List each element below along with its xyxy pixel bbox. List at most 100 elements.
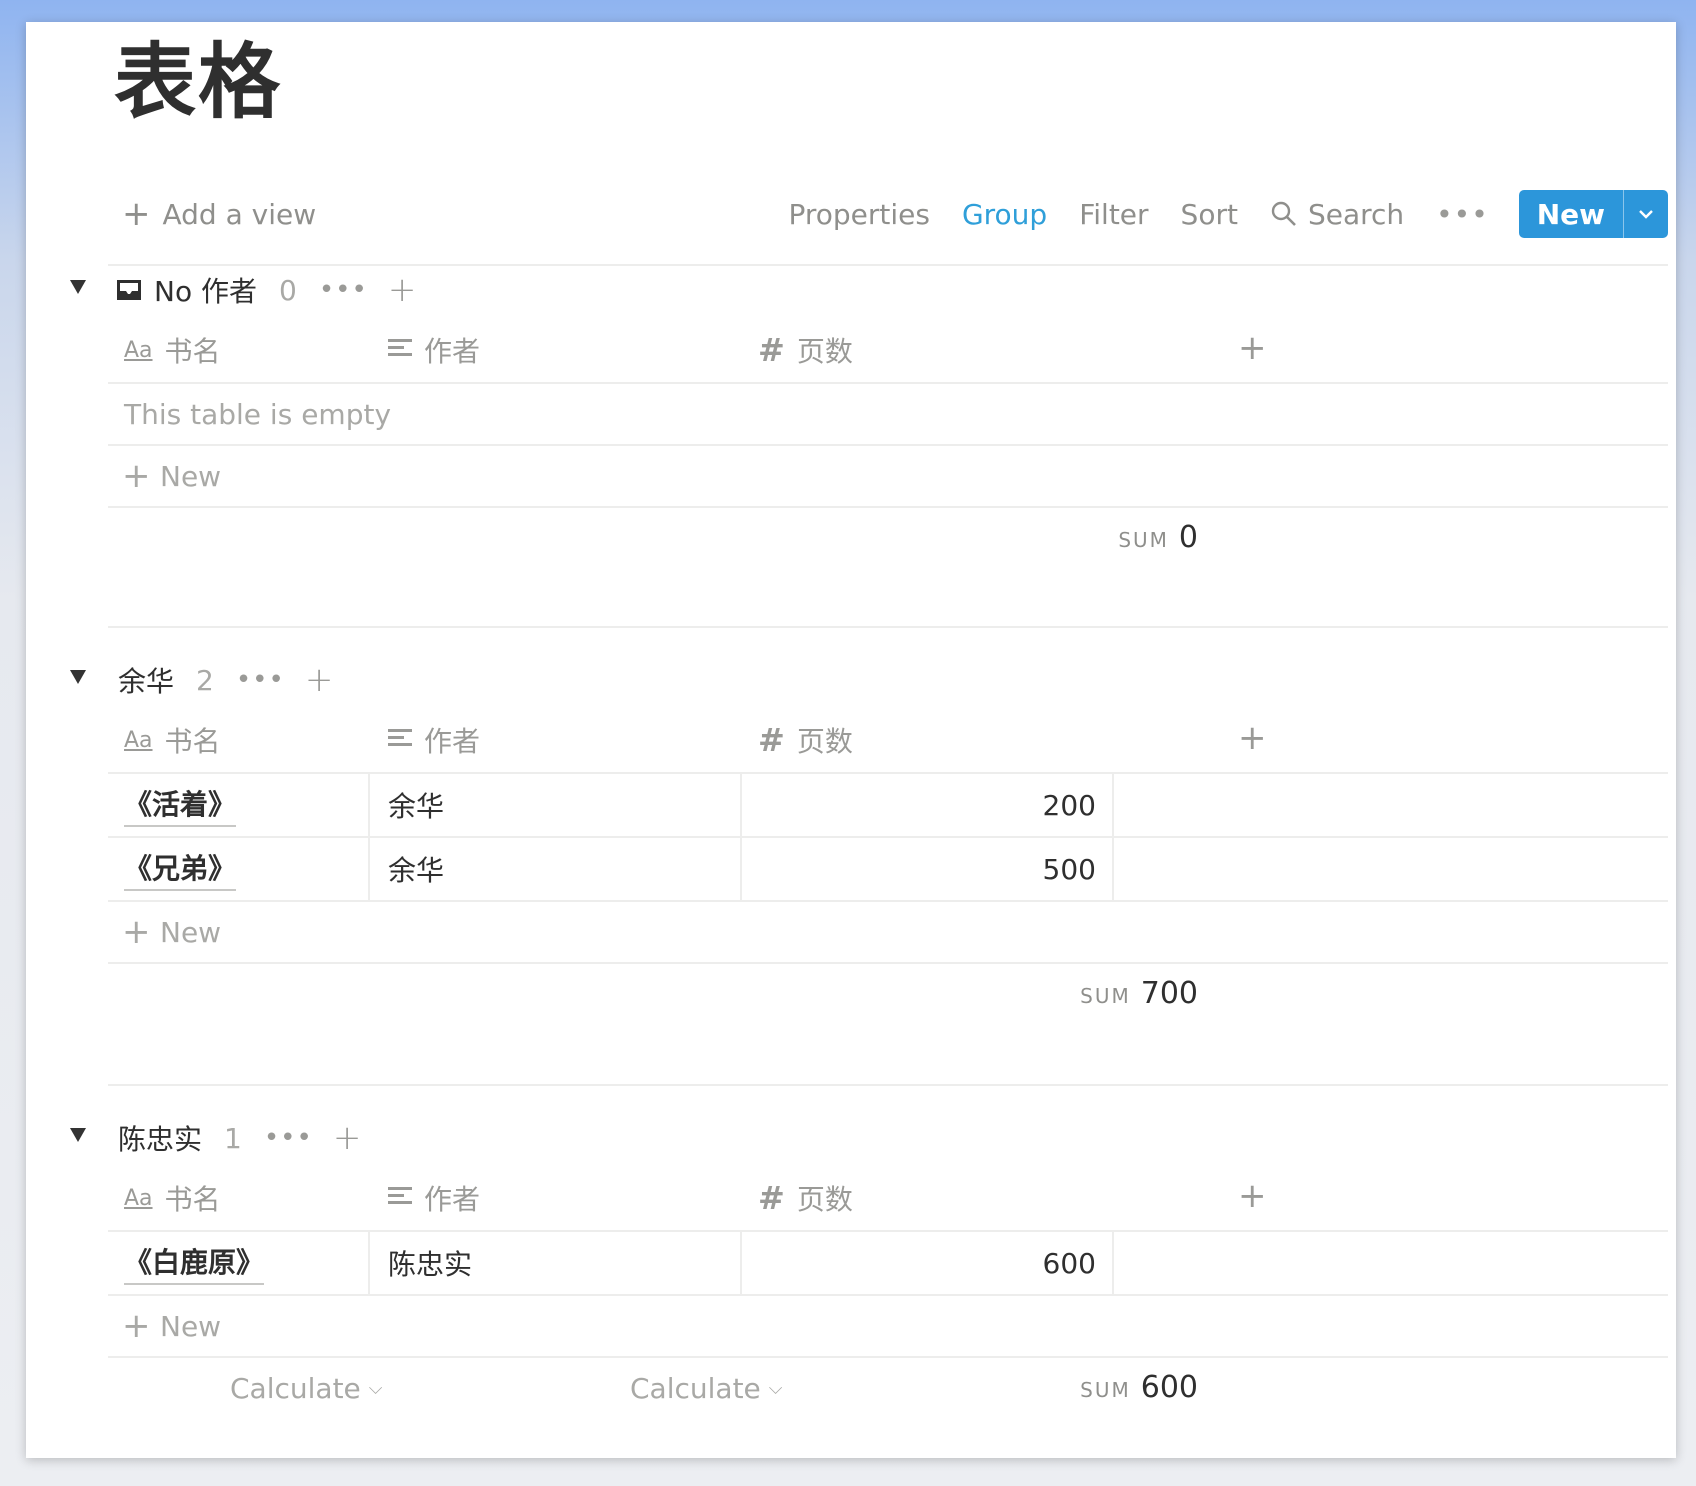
column-header-title[interactable]: Aa 书名 bbox=[124, 318, 221, 382]
sort-button[interactable]: Sort bbox=[1181, 198, 1238, 231]
column-header-author[interactable]: 作者 bbox=[388, 1166, 480, 1230]
empty-table-row: This table is empty bbox=[108, 384, 1668, 446]
plus-icon: + bbox=[122, 1306, 151, 1346]
column-label: 书名 bbox=[164, 1183, 221, 1216]
text-lines-icon bbox=[388, 1185, 412, 1211]
table-row[interactable]: 《白鹿原》 陈忠实 600 bbox=[108, 1232, 1668, 1296]
column-header-title[interactable]: Aa 书名 bbox=[124, 1166, 221, 1230]
plus-icon: + bbox=[122, 456, 151, 496]
title-type-icon: Aa bbox=[124, 1185, 153, 1211]
cell-pages[interactable]: 200 bbox=[744, 774, 1114, 836]
new-button-group: New bbox=[1518, 190, 1668, 238]
table-header: Aa 书名 作者 # 页数 + bbox=[108, 318, 1668, 384]
search-label: Search bbox=[1307, 197, 1405, 231]
group-yuhua: 余华 2 ••• + Aa 书名 作者 # 页数 + 《活着》 余华 200 《… bbox=[70, 652, 1668, 1026]
more-options-icon[interactable]: ••• bbox=[1436, 198, 1489, 231]
column-header-pages[interactable]: # 页数 bbox=[758, 1166, 853, 1230]
collapse-caret-icon[interactable] bbox=[70, 670, 86, 684]
collapse-caret-icon[interactable] bbox=[70, 280, 86, 294]
group-name: No 作者 bbox=[154, 275, 257, 308]
group-add-icon[interactable]: + bbox=[305, 663, 334, 697]
calculate-label: Calculate bbox=[630, 1372, 761, 1405]
group-button[interactable]: Group bbox=[962, 198, 1047, 231]
plus-icon: + bbox=[122, 194, 151, 234]
column-label: 书名 bbox=[164, 725, 221, 758]
calculate-author-dropdown[interactable]: Calculate ⌵ bbox=[630, 1372, 782, 1405]
group-name: 余华 bbox=[118, 665, 175, 698]
book-title-link[interactable]: 《白鹿原》 bbox=[124, 1241, 265, 1285]
column-header-author[interactable]: 作者 bbox=[388, 708, 480, 772]
add-column-icon[interactable]: + bbox=[1238, 1176, 1267, 1216]
column-header-title[interactable]: Aa 书名 bbox=[124, 708, 221, 772]
book-title-link[interactable]: 《兄弟》 bbox=[124, 847, 237, 891]
new-row-button[interactable]: + New bbox=[108, 1296, 1668, 1358]
plus-icon: + bbox=[122, 912, 151, 952]
filter-button[interactable]: Filter bbox=[1079, 198, 1148, 231]
sum-calculation[interactable]: SUM 600 bbox=[1080, 1370, 1198, 1405]
cell-pages[interactable]: 600 bbox=[744, 1232, 1114, 1294]
cell-pages[interactable]: 500 bbox=[744, 838, 1114, 900]
column-header-pages[interactable]: # 页数 bbox=[758, 318, 853, 382]
search-icon bbox=[1271, 201, 1296, 226]
column-label: 页数 bbox=[796, 1183, 853, 1216]
column-header-author[interactable]: 作者 bbox=[388, 318, 480, 382]
text-lines-icon bbox=[388, 727, 412, 753]
number-hash-icon: # bbox=[758, 331, 785, 369]
group-name: 陈忠实 bbox=[118, 1123, 203, 1156]
group-add-icon[interactable]: + bbox=[388, 273, 417, 307]
new-button[interactable]: New bbox=[1519, 190, 1623, 238]
search-button[interactable]: Search bbox=[1270, 198, 1404, 231]
sum-label: SUM bbox=[1118, 528, 1169, 552]
group-divider bbox=[108, 626, 1668, 628]
database-page: 表格 + Add a view Properties Group Filter … bbox=[26, 22, 1676, 1458]
empty-table-text: This table is empty bbox=[124, 398, 392, 431]
new-dropdown-button[interactable] bbox=[1624, 190, 1668, 238]
cell-title[interactable]: 《白鹿原》 bbox=[108, 1232, 370, 1294]
sum-value: 0 bbox=[1178, 520, 1198, 555]
table-header: Aa 书名 作者 # 页数 + bbox=[108, 708, 1668, 774]
collapse-caret-icon[interactable] bbox=[70, 1128, 86, 1142]
add-view-button[interactable]: + Add a view bbox=[122, 194, 316, 234]
group-count: 0 bbox=[278, 273, 297, 307]
new-row-button[interactable]: + New bbox=[108, 902, 1668, 964]
group-add-icon[interactable]: + bbox=[333, 1121, 362, 1155]
table-row[interactable]: 《活着》 余华 200 bbox=[108, 774, 1668, 838]
cell-author[interactable]: 余华 bbox=[372, 838, 742, 900]
cell-title[interactable]: 《活着》 bbox=[108, 774, 370, 836]
book-title-link[interactable]: 《活着》 bbox=[124, 783, 237, 827]
sum-calculation[interactable]: SUM 700 bbox=[1080, 976, 1198, 1011]
add-column-icon[interactable]: + bbox=[1238, 718, 1267, 758]
group-count: 2 bbox=[196, 663, 214, 697]
sum-value: 600 bbox=[1140, 1370, 1198, 1405]
new-row-label: New bbox=[160, 1310, 222, 1343]
page-title: 表格 bbox=[114, 35, 283, 130]
cell-author[interactable]: 陈忠实 bbox=[372, 1232, 742, 1294]
table-header: Aa 书名 作者 # 页数 + bbox=[108, 1166, 1668, 1232]
chevron-down-icon: ⌵ bbox=[368, 1378, 383, 1399]
sum-value: 700 bbox=[1140, 976, 1198, 1011]
calculate-title-dropdown[interactable]: Calculate ⌵ bbox=[230, 1372, 382, 1405]
calculate-label: Calculate bbox=[230, 1372, 361, 1405]
column-header-pages[interactable]: # 页数 bbox=[758, 708, 853, 772]
column-label: 页数 bbox=[796, 335, 853, 368]
view-toolbar: + Add a view Properties Group Filter Sor… bbox=[108, 172, 1668, 266]
sum-calculation[interactable]: SUM 0 bbox=[1118, 520, 1198, 555]
number-hash-icon: # bbox=[758, 721, 785, 759]
cell-title[interactable]: 《兄弟》 bbox=[108, 838, 370, 900]
properties-button[interactable]: Properties bbox=[788, 198, 930, 231]
add-column-icon[interactable]: + bbox=[1238, 328, 1267, 368]
new-row-button[interactable]: + New bbox=[108, 446, 1668, 508]
column-label: 作者 bbox=[424, 1183, 481, 1216]
group-more-icon[interactable]: ••• bbox=[319, 275, 368, 305]
chevron-down-icon: ⌵ bbox=[768, 1378, 783, 1399]
table-footer: SUM 0 bbox=[108, 508, 1668, 570]
cell-author[interactable]: 余华 bbox=[372, 774, 742, 836]
table-row[interactable]: 《兄弟》 余华 500 bbox=[108, 838, 1668, 902]
group-divider bbox=[108, 1084, 1668, 1086]
table-footer: Calculate ⌵ Calculate ⌵ SUM 600 bbox=[108, 1358, 1668, 1420]
table-footer: SUM 700 bbox=[108, 964, 1668, 1026]
column-label: 书名 bbox=[164, 335, 221, 368]
group-more-icon[interactable]: ••• bbox=[236, 665, 285, 695]
column-label: 作者 bbox=[424, 725, 481, 758]
group-more-icon[interactable]: ••• bbox=[264, 1123, 313, 1153]
